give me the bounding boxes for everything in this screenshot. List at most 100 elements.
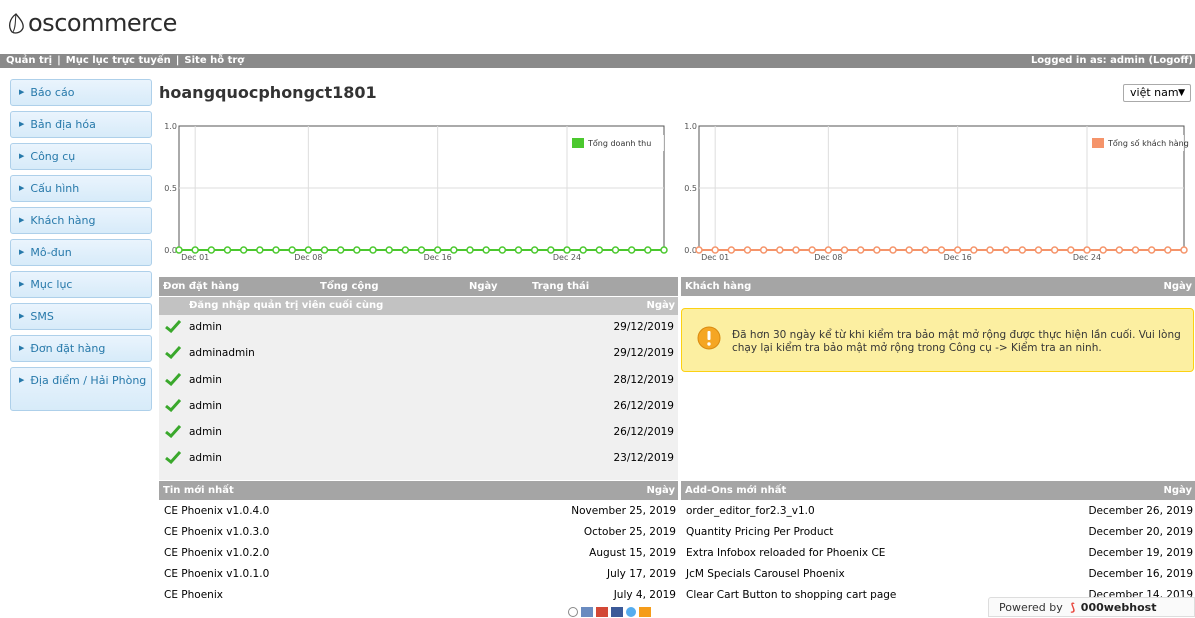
orders-col-status: Trạng thái [532,281,590,292]
sidebar-item-label: Báo cáo [30,86,75,99]
news-item-date: October 25, 2019 [583,526,676,538]
data-point [175,246,183,254]
news-item-date: November 25, 2019 [571,505,676,517]
admin-login-date: 29/12/2019 [613,321,674,333]
admin-login-date: 28/12/2019 [613,373,674,386]
news-item-title[interactable]: CE Phoenix v1.0.4.0 [164,501,269,522]
security-warning: Đã hơn 30 ngày kể từ khi kiểm tra bảo mậ… [681,308,1194,372]
topnav-link-support-site[interactable]: Site hỗ trợ [184,55,244,66]
facebook-icon[interactable] [611,607,623,617]
oscommerce-icon[interactable] [568,607,578,617]
sidebar-item-reports[interactable]: ▶ Báo cáo [10,79,152,106]
triangle-right-icon: ▶ [19,120,25,128]
data-point [1180,246,1188,254]
addons-title: Add-Ons mới nhất [685,485,787,496]
news-item-title[interactable]: CE Phoenix v1.0.3.0 [164,522,269,543]
data-point [514,246,523,254]
data-point [1147,246,1156,254]
customers-col-date: Ngày [1163,281,1193,292]
news-item-title[interactable]: CE Phoenix v1.0.1.0 [164,564,269,585]
sidebar-item-sms[interactable]: ▶ SMS [10,303,152,330]
logo-leaf-icon [9,13,24,34]
data-point [711,246,719,254]
data-point [660,246,668,254]
list-item[interactable]: CE Phoenix v1.0.3.0 October 25, 2019 [159,522,678,543]
news-item-title[interactable]: CE Phoenix [164,585,223,606]
triangle-right-icon: ▶ [19,152,25,160]
sidebar-item-orders[interactable]: ▶ Đơn đặt hàng [10,335,152,362]
admin-login-name: admin [189,321,222,333]
list-item: adminadmin 29/12/2019 [159,341,678,367]
data-point [856,246,865,254]
addon-item-title[interactable]: order_editor_for2.3_v1.0 [686,501,815,522]
addon-item-date: December 19, 2019 [1088,547,1193,559]
sidebar-item-catalog[interactable]: ▶ Mục lục [10,271,152,298]
list-item: admin 26/12/2019 [159,394,678,420]
admin-login-date: 29/12/2019 [613,347,674,360]
list-item[interactable]: Extra Infobox reloaded for Phoenix CE Dec… [681,543,1195,564]
x-tick-label: Dec 08 [814,253,842,262]
triangle-right-icon: ▶ [19,248,25,256]
list-item[interactable]: CE Phoenix v1.0.1.0 July 17, 2019 [159,564,678,585]
oscommerce-logo[interactable]: oscommerce [6,8,177,38]
data-point [611,246,620,254]
rss-icon[interactable] [639,607,651,617]
y-tick-label: 0.0 [164,246,177,255]
addon-item-title[interactable]: Quantity Pricing Per Product [686,522,833,543]
addon-item-title[interactable]: JcM Specials Carousel Phoenix [686,564,845,585]
data-point [320,246,329,254]
language-select[interactable]: việt nam ▼ [1123,84,1191,102]
powered-by-badge[interactable]: Powered by ⟆ 000webhost [988,597,1195,617]
data-point [1034,246,1043,254]
triangle-right-icon: ▶ [19,376,25,384]
checkmark-icon [165,451,182,467]
customers-col-customer: Khách hàng [685,281,752,292]
logged-in-status[interactable]: Logged in as: admin (Logoff) [1031,54,1193,68]
list-item[interactable]: CE Phoenix v1.0.2.0 August 15, 2019 [159,543,678,564]
triangle-right-icon: ▶ [19,344,25,352]
data-point [239,246,248,254]
list-item[interactable]: CE Phoenix v1.0.4.0 November 25, 2019 [159,501,678,522]
x-tick-label: Dec 24 [553,253,581,262]
addon-item-title[interactable]: Clear Cart Button to shopping cart page [686,585,896,606]
list-item[interactable]: JcM Specials Carousel Phoenix December 16… [681,564,1195,585]
triangle-right-icon: ▶ [19,184,25,192]
sidebar-item-locations[interactable]: ▶ Địa điểm / Hải Phòng [10,367,152,411]
y-tick-label: 0.5 [684,184,697,193]
google-plus-icon[interactable] [596,607,608,617]
x-tick-label: Dec 16 [424,253,452,262]
news-item-title[interactable]: CE Phoenix v1.0.2.0 [164,543,269,564]
newsletter-icon[interactable] [581,607,593,617]
checkmark-icon [165,398,182,415]
data-point [905,246,913,254]
list-item[interactable]: CE Phoenix July 4, 2019 [159,585,678,606]
sidebar-item-customers[interactable]: ▶ Khách hàng [10,207,152,234]
addon-item-title[interactable]: Extra Infobox reloaded for Phoenix CE [686,543,885,564]
list-item[interactable]: Quantity Pricing Per Product December 20,… [681,522,1195,543]
sidebar-item-modules[interactable]: ▶ Mô-đun [10,239,152,266]
data-point [727,246,736,254]
sidebar-item-configuration[interactable]: ▶ Cấu hình [10,175,152,202]
data-point [840,246,849,254]
warning-icon [697,326,721,350]
sidebar-item-localization[interactable]: ▶ Bản địa hóa [10,111,152,138]
data-point [272,246,280,254]
customers-chart-svg: 0.0 0.5 1.0 Dec 01 Dec 08 Dec 16 Dec 24 Tổng số… [684,122,1189,262]
topnav-link-catalog[interactable]: Mục lục trực tuyến [66,55,171,66]
news-item-date: July 17, 2019 [607,568,676,580]
topnav-link-admin[interactable]: Quản trị [6,55,52,66]
list-item: admin 29/12/2019 [159,315,678,341]
top-nav-bar: Quản trị | Mục lục trực tuyến | Site hỗ trợ … [0,54,1195,68]
data-point [1083,246,1091,254]
data-point [1002,246,1010,254]
sidebar-item-tools[interactable]: ▶ Công cụ [10,143,152,170]
data-point [530,246,539,254]
data-point [873,246,881,254]
x-tick-label: Dec 01 [181,253,209,262]
data-point [288,246,296,254]
list-item[interactable]: order_editor_for2.3_v1.0 December 26, 201… [681,501,1195,522]
admin-login-date: 26/12/2019 [613,426,674,439]
twitter-icon[interactable] [626,607,636,617]
news-date-label: Ngày [646,485,676,496]
revenue-chart-svg: 0.0 0.5 1.0 Dec 01 Dec 08 Dec 16 Dec 24 Tổng do… [164,122,668,262]
